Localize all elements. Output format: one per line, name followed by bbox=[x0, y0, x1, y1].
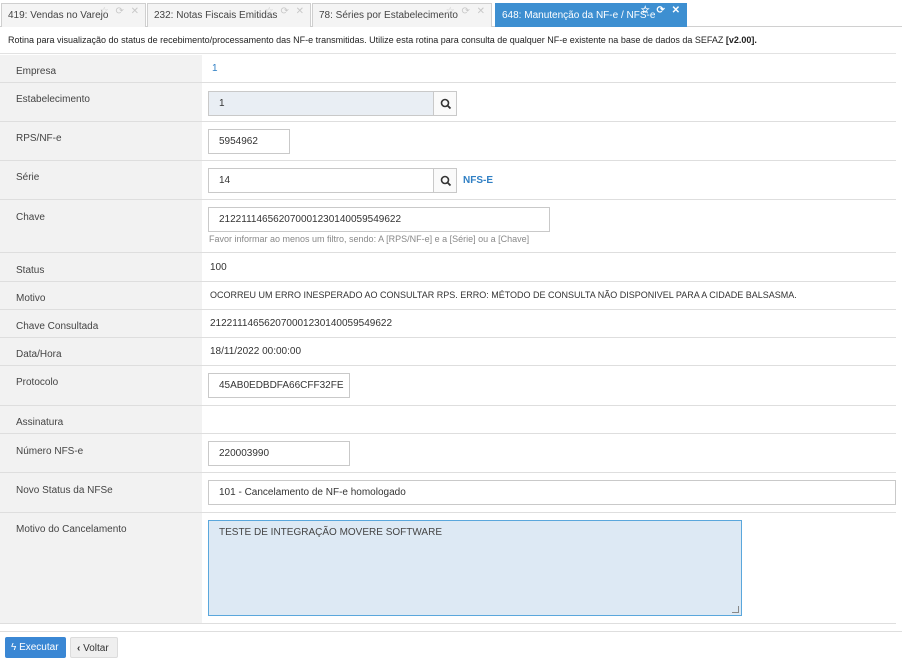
page-description: Rotina para visualização do status de re… bbox=[0, 28, 896, 54]
estabelecimento-input[interactable]: 1 bbox=[208, 91, 434, 116]
row-chave: Chave 21221114656207000123014005954962​2… bbox=[0, 200, 896, 253]
row-protocolo: Protocolo 45AB0EDBDFA66CFF32FE bbox=[0, 366, 896, 406]
field-label: Motivo do Cancelamento bbox=[0, 513, 202, 623]
tab-manutencao-nfe[interactable]: 648: Manutenção da NF-e / NFS-e ☆ ⟳ ✕ bbox=[495, 3, 687, 27]
description-text: Rotina para visualização do status de re… bbox=[8, 35, 726, 45]
serie-type-link[interactable]: NFS-E bbox=[463, 175, 493, 186]
field-label: Empresa bbox=[0, 55, 202, 82]
row-rps: RPS/NF-e 5954962 bbox=[0, 122, 896, 161]
chave-hint: Favor informar ao menos um filtro, sendo… bbox=[209, 234, 530, 244]
row-assinatura: Assinatura bbox=[0, 406, 896, 434]
field-label: Motivo bbox=[0, 282, 202, 309]
bolt-icon: ϟ bbox=[11, 642, 20, 653]
back-button[interactable]: ‹ Voltar bbox=[70, 637, 118, 658]
row-data-hora: Data/Hora 18/11/2022 00:00:00 bbox=[0, 338, 896, 366]
field-label: Série bbox=[0, 161, 202, 199]
search-button[interactable] bbox=[433, 91, 457, 116]
search-icon bbox=[440, 98, 452, 110]
tab-actions-icon[interactable]: ☆ ⟳ ✕ bbox=[100, 4, 141, 23]
rps-input[interactable]: 5954962 bbox=[208, 129, 290, 154]
row-serie: Série 14 NFS-E bbox=[0, 161, 896, 200]
tab-label: 419: Vendas no Varejo bbox=[8, 10, 109, 21]
row-motivo: Motivo OCORREU UM ERRO INESPERADO AO CON… bbox=[0, 282, 896, 310]
back-label: Voltar bbox=[83, 643, 109, 654]
textarea-text: TESTE DE INTEGRAÇÃO MOVERE SOFTWARE bbox=[219, 527, 442, 538]
version-label: [v2.00]. bbox=[725, 35, 757, 45]
tab-series-estabelecimento[interactable]: 78: Séries por Estabelecimento ☆ ⟳ ✕ bbox=[312, 3, 492, 27]
execute-button[interactable]: ϟ Executar bbox=[5, 637, 66, 658]
tab-vendas-varejo[interactable]: 419: Vendas no Varejo ☆ ⟳ ✕ bbox=[1, 3, 146, 27]
novo-status-select[interactable]: 101 - Cancelamento de NF-e homologado bbox=[208, 480, 896, 505]
row-chave-consultada: Chave Consultada 21221114656207000123014… bbox=[0, 310, 896, 338]
chave-input[interactable]: 21221114656207000123014005954962​2 bbox=[208, 207, 550, 232]
field-label: Chave Consultada bbox=[0, 310, 202, 337]
numero-nfse-input[interactable]: 220003990 bbox=[208, 441, 350, 466]
empresa-value: 1 bbox=[212, 63, 218, 74]
tab-actions-icon[interactable]: ☆ ⟳ ✕ bbox=[446, 4, 487, 23]
tab-notas-fiscais[interactable]: 232: Notas Fiscais Emitidas ☆ ⟳ ✕ bbox=[147, 3, 311, 27]
field-label: Número NFS-e bbox=[0, 434, 202, 472]
chave-consultada-value: 21221114656207000123014005954962​2 bbox=[210, 318, 393, 329]
field-label: Chave bbox=[0, 200, 202, 252]
tab-label: 648: Manutenção da NF-e / NFS-e bbox=[502, 10, 656, 21]
motivo-value: OCORREU UM ERRO INESPERADO AO CONSULTAR … bbox=[210, 290, 797, 300]
row-empresa: Empresa 1 bbox=[0, 55, 896, 83]
resize-handle-icon[interactable] bbox=[732, 606, 739, 613]
motivo-cancelamento-textarea[interactable]: TESTE DE INTEGRAÇÃO MOVERE SOFTWARE bbox=[208, 520, 742, 616]
tab-bar: 419: Vendas no Varejo ☆ ⟳ ✕ 232: Notas F… bbox=[0, 0, 902, 27]
row-motivo-cancelamento: Motivo do Cancelamento TESTE DE INTEGRAÇ… bbox=[0, 513, 896, 624]
field-label: RPS/NF-e bbox=[0, 122, 202, 160]
field-label: Assinatura bbox=[0, 406, 202, 433]
tab-actions-icon[interactable]: ☆ ⟳ ✕ bbox=[641, 4, 682, 22]
field-label: Status bbox=[0, 253, 202, 281]
field-label: Data/Hora bbox=[0, 338, 202, 365]
row-status: Status 100 bbox=[0, 253, 896, 282]
row-estabelecimento: Estabelecimento 1 bbox=[0, 83, 896, 122]
protocolo-input[interactable]: 45AB0EDBDFA66CFF32FE bbox=[208, 373, 350, 398]
tab-label: 232: Notas Fiscais Emitidas bbox=[154, 10, 278, 21]
field-label: Protocolo bbox=[0, 366, 202, 405]
execute-label: Executar bbox=[19, 642, 59, 653]
footer-toolbar: ϟ Executar ‹ Voltar bbox=[0, 631, 902, 662]
data-hora-value: 18/11/2022 00:00:00 bbox=[210, 346, 302, 357]
row-novo-status: Novo Status da NFSe 101 - Cancelamento d… bbox=[0, 473, 896, 513]
serie-input[interactable]: 14 bbox=[208, 168, 434, 193]
status-value: 100 bbox=[210, 262, 227, 273]
field-label: Novo Status da NFSe bbox=[0, 473, 202, 512]
search-icon bbox=[440, 175, 452, 187]
tab-actions-icon[interactable]: ☆ ⟳ ✕ bbox=[265, 4, 306, 23]
field-label: Estabelecimento bbox=[0, 83, 202, 121]
tab-label: 78: Séries por Estabelecimento bbox=[319, 10, 458, 21]
search-button[interactable] bbox=[433, 168, 457, 193]
row-numero-nfse: Número NFS-e 220003990 bbox=[0, 434, 896, 473]
